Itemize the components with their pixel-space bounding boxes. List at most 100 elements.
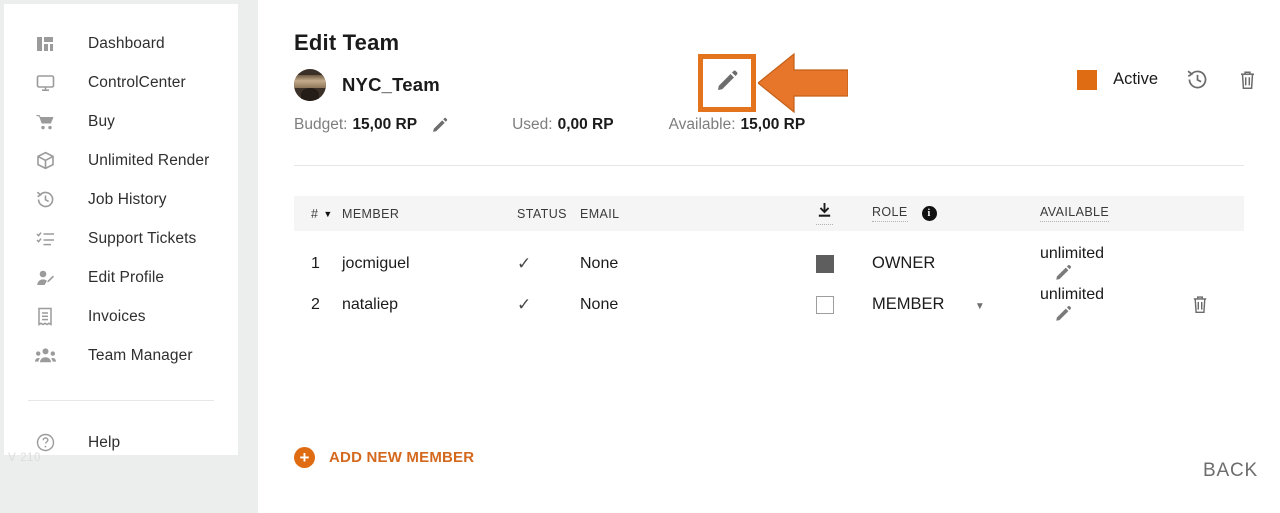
sidebar-item-label: Invoices (88, 307, 146, 325)
sidebar-item-label: Buy (88, 112, 116, 130)
sidebar-item-label: Edit Profile (88, 268, 165, 286)
sidebar-item-label: Job History (88, 190, 167, 208)
pencil-icon (715, 68, 740, 98)
row-role: MEMBER (872, 295, 945, 313)
sidebar-item-team-manager[interactable]: Team Manager (4, 336, 238, 375)
table-header-row: # ▼ MEMBER STATUS EMAIL ROLE i AVAILABLE (294, 196, 1244, 231)
sidebar-item-label: Unlimited Render (88, 151, 210, 169)
sidebar-item-buy[interactable]: Buy (4, 102, 238, 141)
row-role-cell: OWNER (872, 254, 1040, 273)
monitor-icon (34, 72, 56, 94)
add-new-member-label: ADD NEW MEMBER (329, 449, 475, 466)
team-status-area: Active (1077, 68, 1258, 91)
info-icon[interactable]: i (921, 206, 937, 221)
budget-label: Budget: (294, 116, 348, 133)
row-email: None (580, 254, 619, 272)
column-header-member: MEMBER (342, 207, 517, 221)
team-icon (34, 345, 56, 367)
checklist-icon (34, 228, 56, 250)
pencil-icon[interactable] (1054, 304, 1190, 323)
row-role: OWNER (872, 254, 936, 272)
pencil-icon[interactable] (431, 116, 449, 134)
trash-icon[interactable] (1237, 69, 1258, 91)
box-icon (34, 150, 56, 172)
edit-team-name-button-highlight[interactable] (698, 54, 756, 112)
column-label: STATUS (517, 206, 567, 221)
sidebar-item-dashboard[interactable]: Dashboard (4, 24, 238, 63)
sidebar-nav: Dashboard ControlCenter Buy Unlimited Re… (4, 4, 238, 462)
sidebar-item-unlimited-render[interactable]: Unlimited Render (4, 141, 238, 180)
row-checkbox[interactable] (816, 295, 834, 314)
sidebar-item-job-history[interactable]: Job History (4, 180, 238, 219)
sidebar-item-support-tickets[interactable]: Support Tickets (4, 219, 238, 258)
check-icon: ✓ (517, 294, 532, 314)
plus-circle-icon: + (294, 447, 315, 468)
budget-stat: Budget: 15,00 RP (294, 116, 449, 134)
column-header-status: STATUS (517, 207, 580, 221)
budget-summary: Budget: 15,00 RP Used: 0,00 RP Available… (294, 116, 805, 134)
sidebar-item-label: Dashboard (88, 34, 165, 52)
available-stat: Available: 15,00 RP (669, 116, 806, 134)
trash-icon[interactable] (1190, 294, 1244, 315)
chevron-down-icon[interactable]: ▼ (975, 301, 985, 312)
add-new-member-button[interactable]: + ADD NEW MEMBER (294, 447, 474, 468)
available-value: 15,00 RP (740, 116, 806, 133)
column-label: AVAILABLE (1040, 205, 1110, 222)
download-icon (816, 202, 833, 225)
history-icon[interactable] (1186, 68, 1209, 91)
avatar (294, 69, 326, 101)
table-row[interactable]: 1 jocmiguel ✓ None OWNER unlimited (294, 243, 1244, 284)
row-member-name: jocmiguel (342, 254, 410, 272)
row-member-name: nataliep (342, 295, 399, 313)
help-circle-icon (34, 432, 56, 454)
row-status: ✓ (517, 295, 580, 315)
row-select-checkbox-cell (816, 295, 872, 314)
row-available: unlimited (1040, 286, 1105, 303)
cart-icon (34, 111, 56, 133)
table-row[interactable]: 2 nataliep ✓ None MEMBER ▼ unlimited (294, 284, 1244, 325)
version-label: V 210 (8, 452, 42, 464)
pencil-icon[interactable] (1054, 263, 1190, 282)
page-title: Edit Team (294, 30, 400, 55)
row-available: unlimited (1040, 245, 1105, 262)
user-edit-icon (34, 267, 56, 289)
row-status: ✓ (517, 254, 580, 274)
main-content: Edit Team NYC_Team Budget: 15,00 RP Used… (258, 0, 1280, 513)
header-divider (294, 165, 1244, 166)
chevron-down-icon: ▼ (323, 208, 333, 219)
invoice-icon (34, 306, 56, 328)
status-label: Active (1113, 70, 1158, 88)
sidebar-item-label: Support Tickets (88, 229, 197, 247)
column-header-available: AVAILABLE (1040, 205, 1190, 222)
column-header-download[interactable] (816, 202, 872, 225)
row-available-cell: unlimited (1040, 245, 1190, 282)
sidebar-item-controlcenter[interactable]: ControlCenter (4, 63, 238, 102)
members-table: # ▼ MEMBER STATUS EMAIL ROLE i AVAILABLE… (294, 196, 1244, 325)
sidebar: Dashboard ControlCenter Buy Unlimited Re… (4, 4, 238, 455)
status-badge[interactable] (1077, 69, 1098, 90)
app-root: Dashboard ControlCenter Buy Unlimited Re… (0, 0, 1280, 513)
column-header-number[interactable]: # ▼ (294, 207, 342, 221)
team-identity-row: NYC_Team (294, 64, 440, 106)
annotation-arrow (758, 52, 848, 114)
history-icon (34, 189, 56, 211)
sidebar-item-invoices[interactable]: Invoices (4, 297, 238, 336)
dashboard-icon (34, 33, 56, 55)
used-value: 0,00 RP (557, 116, 614, 133)
row-checkbox[interactable] (816, 254, 834, 273)
used-label: Used: (512, 116, 553, 133)
sidebar-item-edit-profile[interactable]: Edit Profile (4, 258, 238, 297)
team-name: NYC_Team (342, 74, 440, 95)
column-header-role[interactable]: ROLE i (872, 205, 1040, 222)
column-label: MEMBER (342, 206, 400, 221)
sidebar-divider (28, 400, 214, 401)
sidebar-item-label: Help (88, 433, 121, 451)
row-select-checkbox-cell (816, 254, 872, 273)
column-label: EMAIL (580, 206, 620, 221)
row-number: 1 (311, 254, 320, 272)
back-button[interactable]: BACK (1203, 460, 1258, 482)
check-icon: ✓ (517, 253, 532, 273)
used-stat: Used: 0,00 RP (512, 116, 614, 134)
row-role-cell[interactable]: MEMBER ▼ (872, 295, 1040, 314)
available-label: Available: (668, 116, 736, 133)
